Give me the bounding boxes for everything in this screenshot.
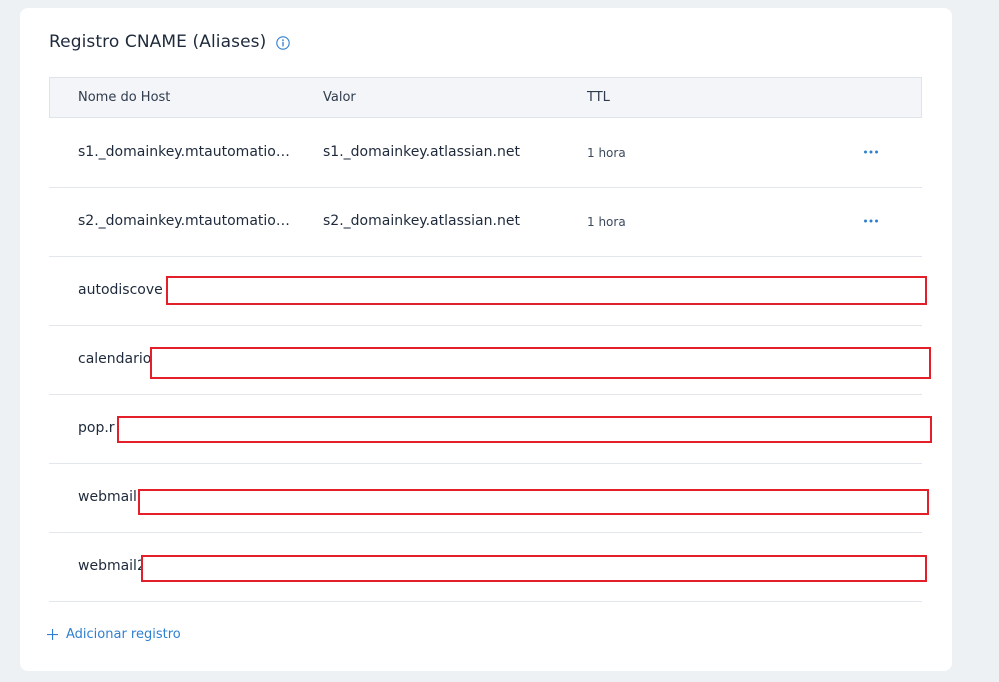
- column-header-value: Valor: [323, 90, 356, 105]
- column-header-host: Nome do Host: [78, 90, 171, 105]
- table-row: autodiscove: [49, 256, 927, 326]
- add-record-button[interactable]: Adicionar registro: [46, 627, 181, 642]
- card-header: Registro CNAME (Aliases): [49, 32, 291, 52]
- table-row: calendario: [49, 325, 931, 395]
- more-horizontal-icon: [864, 219, 878, 223]
- host-cell: s1._domainkey.mtautomation.atlassian.net: [78, 144, 296, 160]
- table-row: s1._domainkey.mtautomation.atlassian.net…: [49, 118, 922, 188]
- redaction-box: [150, 347, 931, 379]
- table-header: Nome do Host Valor TTL: [49, 77, 922, 118]
- row-actions-button[interactable]: [861, 211, 881, 231]
- redaction-box: [166, 276, 927, 305]
- redaction-box: [141, 555, 927, 582]
- plus-icon: [46, 629, 58, 641]
- value-cell: s2._domainkey.atlassian.net: [323, 213, 520, 229]
- table-row: webmail2: [49, 532, 927, 602]
- ttl-cell: 1 hora: [587, 215, 626, 229]
- value-cell: s1._domainkey.atlassian.net: [323, 144, 520, 160]
- ttl-cell: 1 hora: [587, 146, 626, 160]
- redaction-box: [138, 489, 929, 515]
- table-row: webmail: [49, 463, 929, 533]
- row-actions-button[interactable]: [861, 142, 881, 162]
- table-row: s2._domainkey.mtautomation.atlassian.net…: [49, 187, 922, 257]
- host-cell: s2._domainkey.mtautomation.atlassian.net: [78, 213, 296, 229]
- column-header-ttl: TTL: [587, 90, 610, 105]
- add-record-label: Adicionar registro: [66, 627, 181, 642]
- table-row: pop.r: [49, 394, 932, 464]
- more-horizontal-icon: [864, 150, 878, 154]
- cname-records-card: Registro CNAME (Aliases) Nome do Host Va…: [20, 8, 952, 671]
- card-title: Registro CNAME (Aliases): [49, 32, 267, 52]
- redaction-box: [117, 416, 932, 443]
- info-icon[interactable]: [276, 35, 291, 50]
